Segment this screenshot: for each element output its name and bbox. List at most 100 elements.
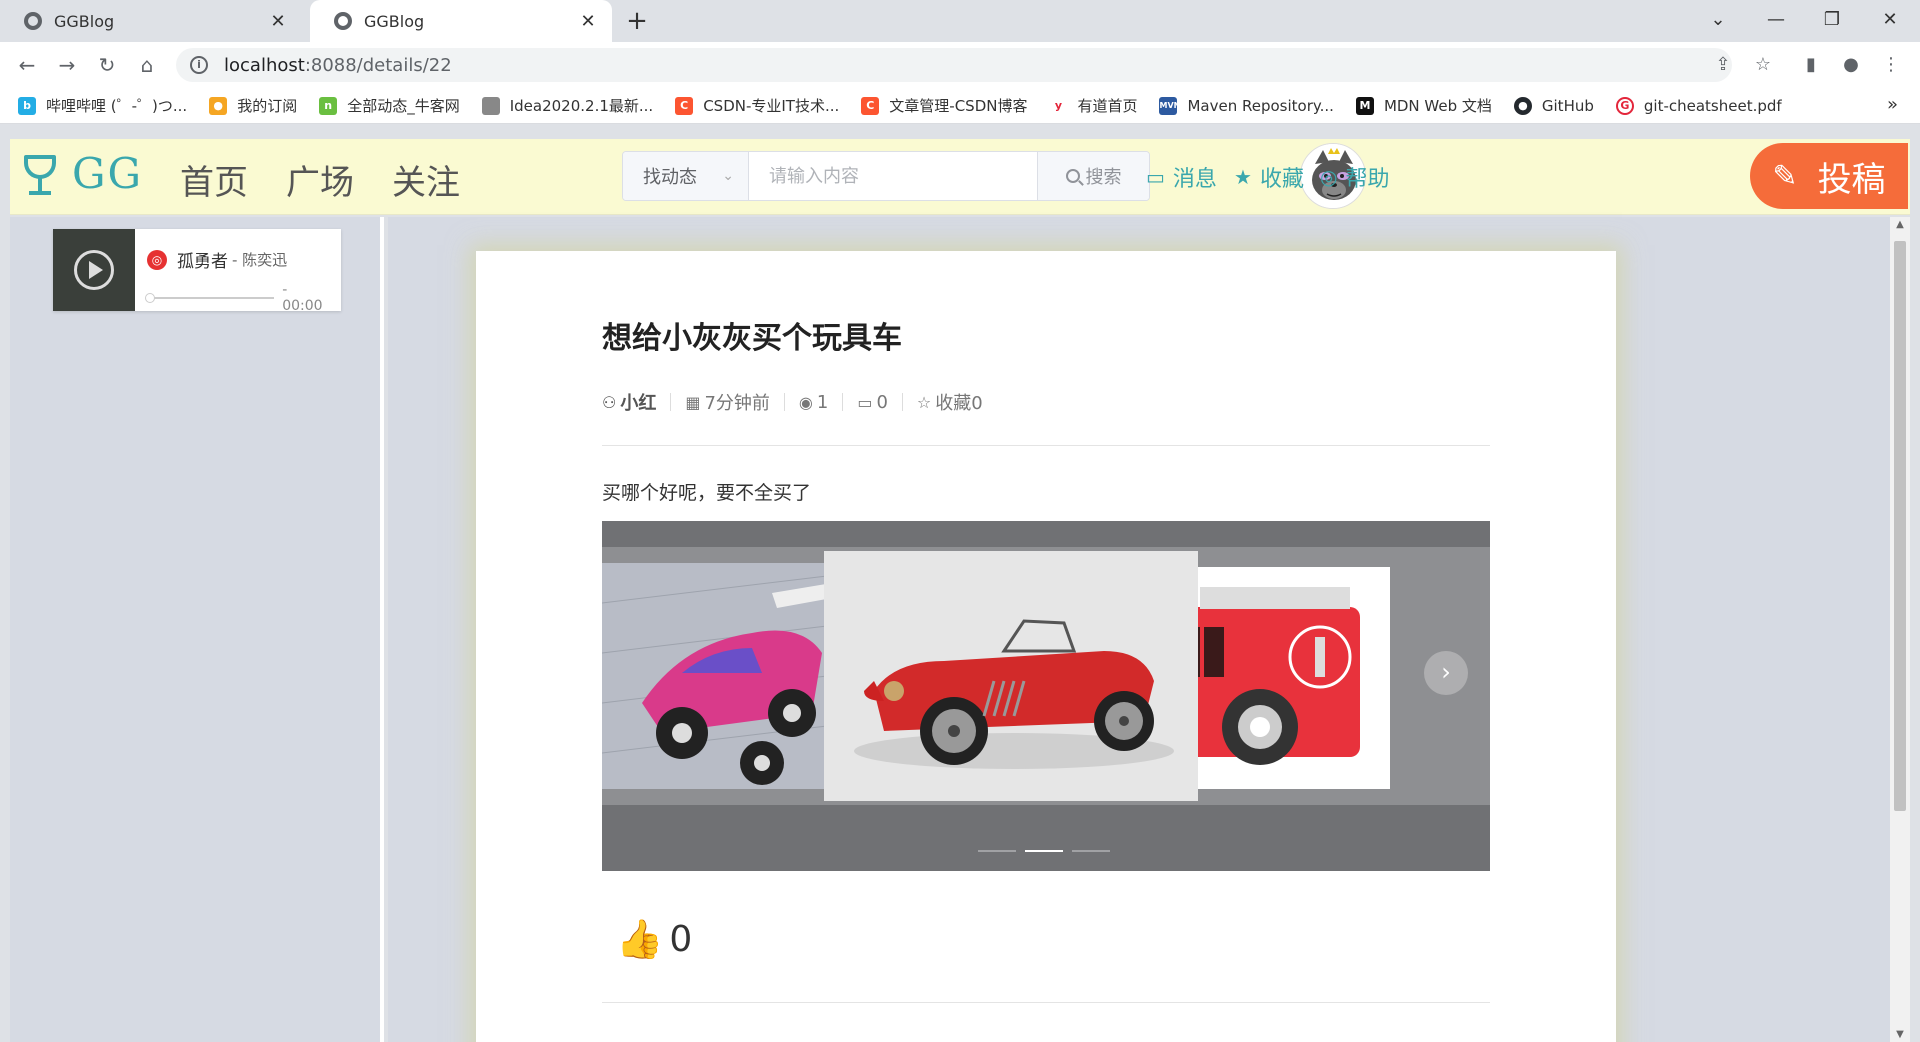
forward-icon[interactable]: →: [52, 50, 82, 80]
carousel-indicator-active[interactable]: [1025, 850, 1063, 852]
tab-title: GGBlog: [364, 11, 425, 31]
search-input[interactable]: [749, 152, 1037, 200]
carousel-indicators: [978, 850, 1119, 852]
progress-knob[interactable]: [145, 293, 155, 303]
carousel-indicator[interactable]: [1072, 850, 1110, 852]
tab-title: GGBlog: [54, 11, 115, 31]
profile-icon[interactable]: ●: [1836, 50, 1866, 80]
page-scrollbar[interactable]: ▲ ▼: [1890, 217, 1910, 1042]
bookmark-item[interactable]: b 哔哩哔哩 (゜-゜)つ...: [18, 95, 187, 116]
close-icon[interactable]: ✕: [268, 11, 288, 32]
globe-icon: [334, 12, 352, 30]
search-icon: [1065, 169, 1080, 183]
maven-icon: MVN: [1159, 96, 1180, 115]
bookmark-item[interactable]: ● GitHub: [1513, 96, 1594, 115]
menu-icon[interactable]: ⋮: [1876, 50, 1906, 80]
messages-link[interactable]: ▭ 消息: [1146, 161, 1217, 193]
post-time: ▦ 7分钟前: [685, 392, 770, 415]
bookmark-item[interactable]: ● 我的订阅: [209, 95, 297, 116]
cup-logo-icon: [22, 151, 58, 197]
close-window-button[interactable]: ✕: [1862, 0, 1918, 42]
logo-text: GG: [72, 149, 144, 198]
csdn-icon: C: [675, 96, 694, 115]
info-icon[interactable]: i: [190, 56, 208, 74]
search-type-select[interactable]: 找动态 ⌄: [623, 152, 749, 200]
share-icon[interactable]: ⇪: [1708, 50, 1738, 80]
page-viewport: GG 首页 广场 关注 找动态 ⌄ 搜索: [10, 124, 1920, 1042]
like-button[interactable]: 👍 0: [602, 917, 1490, 962]
bookmark-item[interactable]: Idea2020.2.1最新...: [481, 95, 653, 116]
bookmarks-bar: b 哔哩哔哩 (゜-゜)つ... ● 我的订阅 n 全部动态_牛客网 Idea2020…: [0, 88, 1920, 124]
reload-icon[interactable]: ↻: [92, 50, 122, 80]
comment-count[interactable]: ▭ 0: [857, 392, 888, 413]
left-sidebar: ◎ 孤勇者 - 陈奕迅 - 00:00: [10, 217, 384, 1042]
article-body: 买哪个好呢，要不全买了: [602, 482, 812, 504]
github-icon: ●: [1513, 96, 1532, 115]
scroll-down-icon[interactable]: ▼: [1890, 1029, 1910, 1040]
bookmark-item[interactable]: y 有道首页: [1049, 95, 1137, 116]
mdn-icon: M: [1355, 96, 1374, 115]
nav-home[interactable]: 首页: [180, 155, 248, 204]
help-link[interactable]: ◎ 帮助: [1320, 161, 1389, 193]
home-icon[interactable]: ⌂: [132, 50, 162, 80]
new-tab-button[interactable]: +: [622, 6, 652, 36]
minimize-button[interactable]: —: [1748, 0, 1804, 42]
main-nav: 首页 广场 关注: [180, 155, 498, 204]
chevron-down-icon: ⌄: [722, 168, 734, 184]
google-icon: G: [1615, 96, 1634, 115]
calendar-icon: ▦: [685, 392, 701, 412]
more-bookmarks-icon[interactable]: »: [1887, 94, 1898, 115]
scroll-up-icon[interactable]: ▲: [1890, 219, 1910, 230]
side-panel-icon[interactable]: ▮: [1796, 50, 1826, 80]
carousel-slide-vintage-car[interactable]: [824, 551, 1198, 801]
bookmark-item[interactable]: Ggit-cheatsheet.pdf: [1615, 96, 1782, 115]
carousel-next-arrow[interactable]: ›: [1424, 651, 1468, 695]
nav-square[interactable]: 广场: [286, 155, 354, 204]
bilibili-icon: b: [18, 96, 36, 115]
search-button[interactable]: 搜索: [1037, 152, 1149, 200]
idea-icon: [481, 96, 500, 115]
browser-tab[interactable]: GGBlog ✕: [0, 0, 302, 42]
like-count: 0: [669, 919, 693, 960]
favorite-button[interactable]: ☆ 收藏0: [917, 389, 983, 415]
csdn-icon: C: [861, 96, 880, 115]
tab-search-icon[interactable]: ⌄: [1690, 0, 1746, 42]
netease-music-icon: ◎: [147, 249, 167, 270]
post-button[interactable]: ✎ 投稿: [1750, 143, 1908, 209]
back-icon[interactable]: ←: [12, 50, 42, 80]
address-bar[interactable]: i localhost:8088/details/22: [176, 48, 1732, 82]
bookmark-item[interactable]: MVN Maven Repository...: [1159, 96, 1334, 115]
site-logo[interactable]: GG: [22, 149, 143, 198]
play-icon[interactable]: [74, 250, 114, 290]
pencil-icon: ✎: [1772, 158, 1798, 194]
nav-follow[interactable]: 关注: [392, 155, 460, 204]
url-path: :8088/details/22: [304, 54, 452, 76]
view-count: ◉ 1: [798, 391, 829, 413]
favorites-link[interactable]: ★ 收藏: [1234, 161, 1304, 193]
album-cover[interactable]: [53, 229, 135, 311]
bookmark-star-icon[interactable]: ☆: [1748, 50, 1778, 80]
article-meta: ⚇ 小红 ▦ 7分钟前 ◉ 1 ▭ 0 ☆ 收藏0: [602, 389, 1490, 415]
bookmark-item[interactable]: n 全部动态_牛客网: [319, 95, 460, 116]
subscription-icon: ●: [209, 96, 228, 115]
carousel-slide-rc-car[interactable]: [602, 563, 852, 789]
search-type-label: 找动态: [643, 167, 697, 188]
user-icon: ⚇: [602, 392, 617, 412]
divider: [602, 445, 1490, 446]
bookmark-item[interactable]: C 文章管理-CSDN博客: [861, 95, 1027, 116]
carousel-indicator[interactable]: [978, 850, 1016, 852]
restore-button[interactable]: ❐: [1804, 0, 1860, 42]
scrollbar-thumb[interactable]: [1894, 241, 1906, 811]
help-icon: ◎: [1320, 165, 1338, 189]
close-icon[interactable]: ✕: [578, 11, 598, 32]
bookmark-item[interactable]: M MDN Web 文档: [1355, 95, 1492, 116]
browser-tab-active[interactable]: GGBlog ✕: [310, 0, 612, 42]
url-host: localhost: [224, 54, 305, 76]
thumbs-up-icon: 👍: [616, 917, 664, 961]
progress-bar[interactable]: [145, 293, 275, 303]
song-title: 孤勇者: [177, 252, 228, 272]
article-card: 想给小灰灰买个玩具车 ⚇ 小红 ▦ 7分钟前 ◉ 1 ▭ 0 ☆ 收藏0 买哪个…: [476, 251, 1616, 1042]
search-button-label: 搜索: [1085, 167, 1122, 188]
bookmark-item[interactable]: C CSDN-专业IT技术...: [675, 95, 839, 116]
author-link[interactable]: ⚇ 小红: [602, 389, 656, 415]
